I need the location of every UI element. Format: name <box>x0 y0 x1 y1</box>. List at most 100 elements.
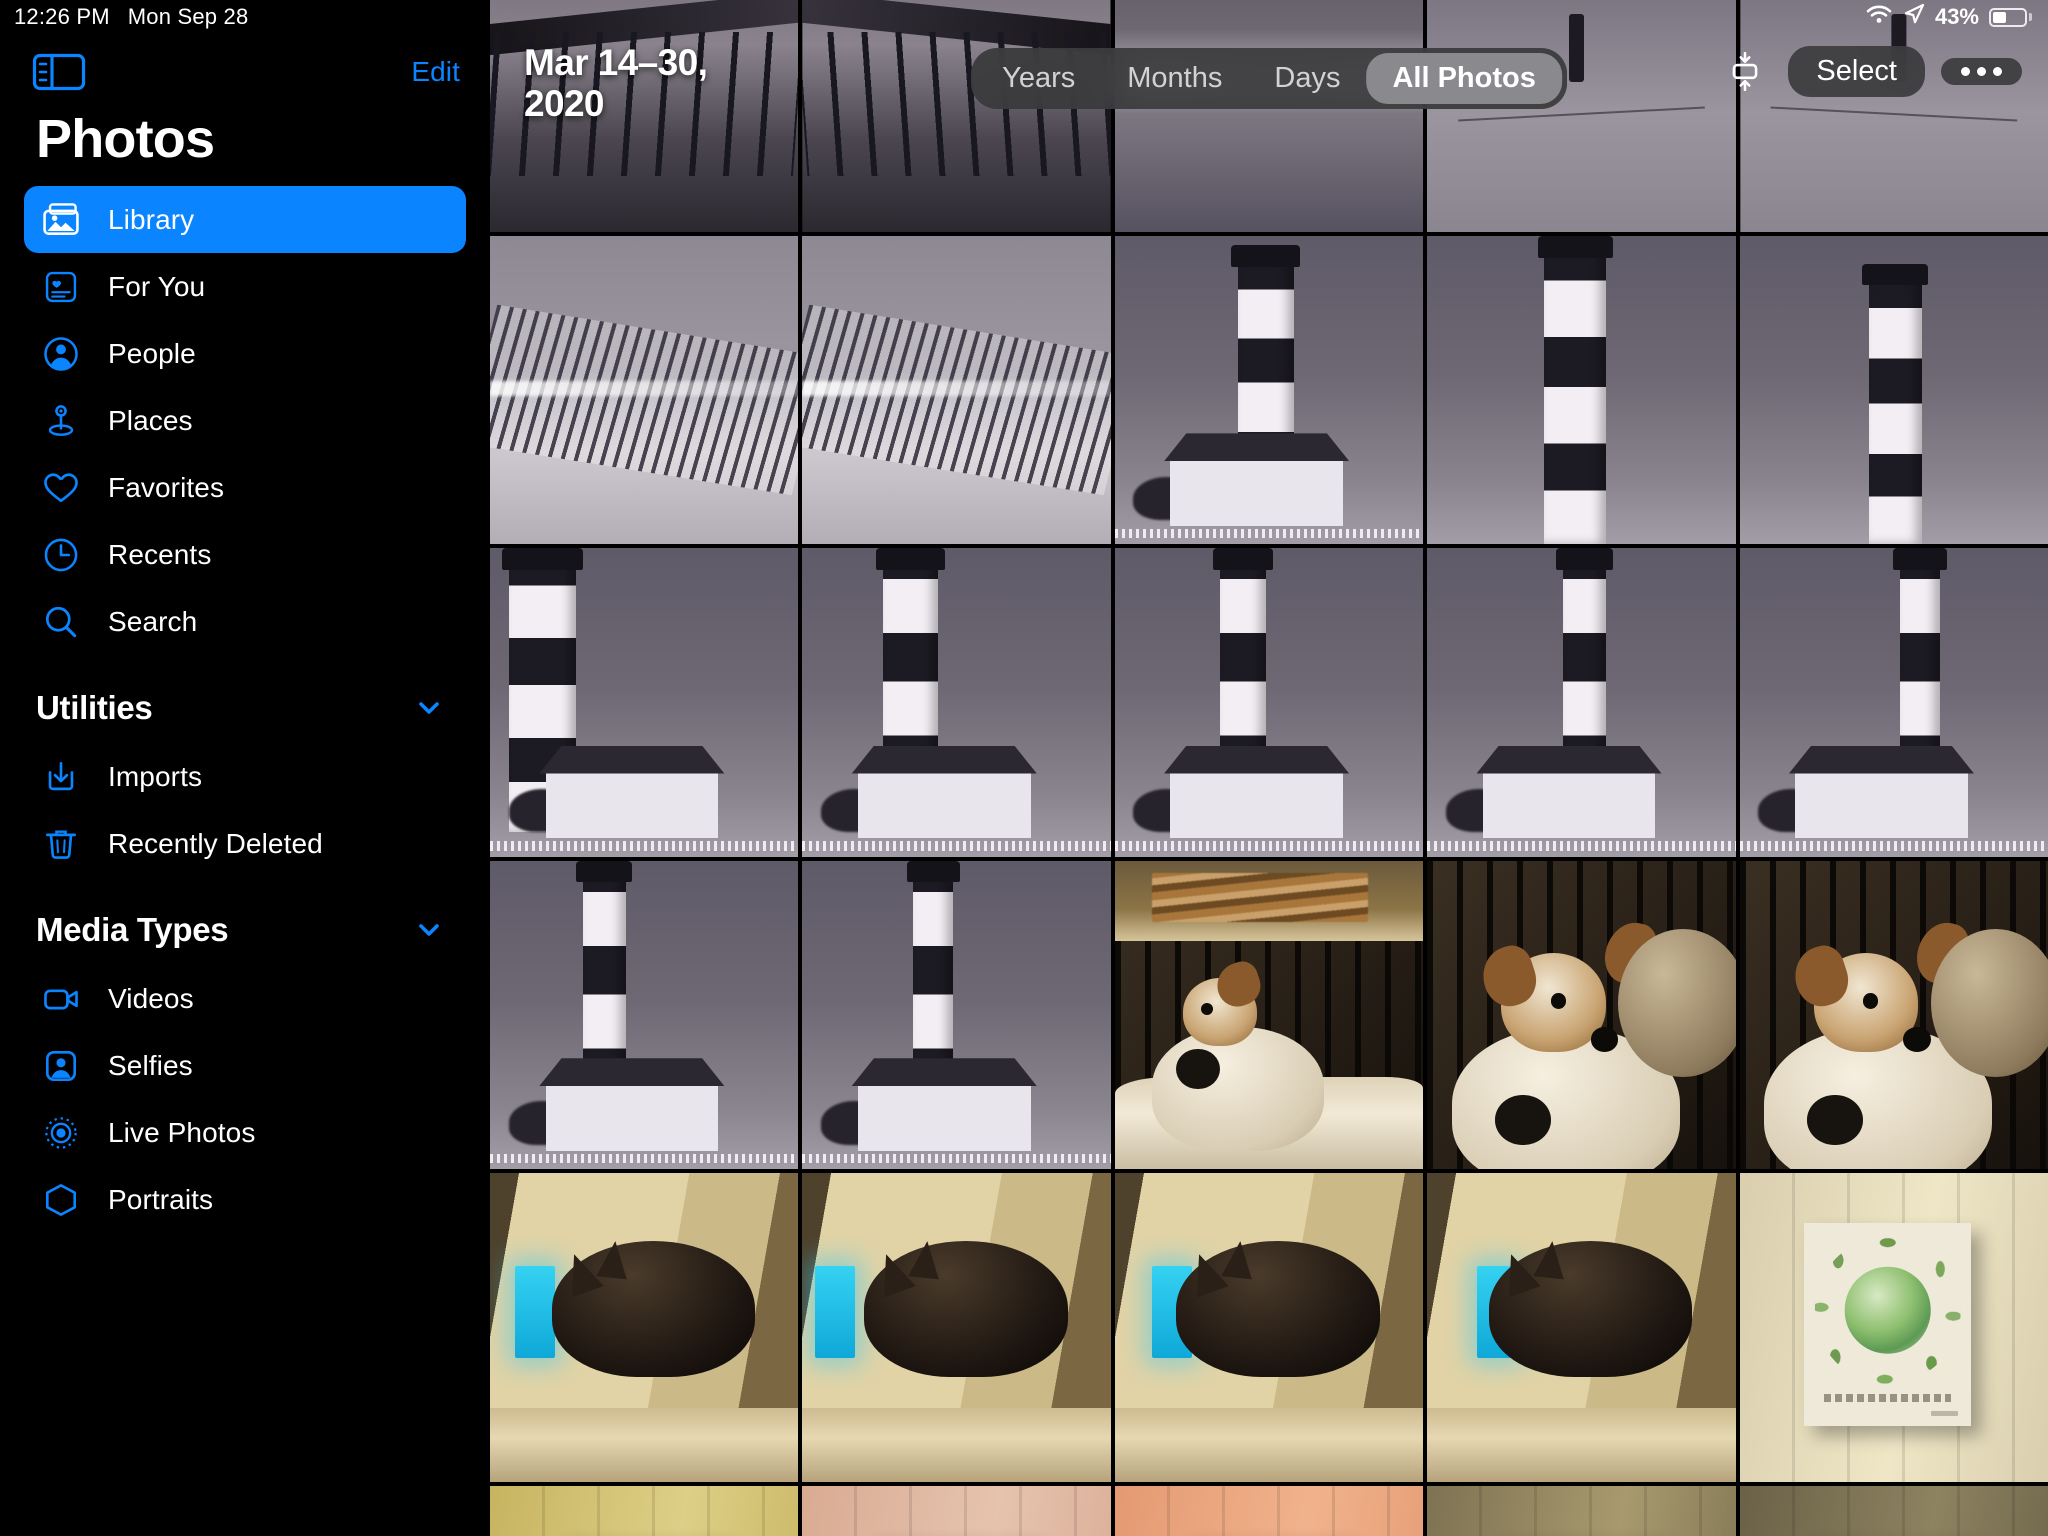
photo-framed-art <box>1739 1485 2048 1536</box>
sidebar-top-row: Edit <box>0 44 490 100</box>
sidebar-item-for-you[interactable]: For You <box>24 253 466 320</box>
framed-artwork <box>1804 1222 1971 1427</box>
photo-thumbnail[interactable] <box>1114 1485 1424 1536</box>
photo-lighthouse-house <box>490 860 799 1170</box>
photo-thumbnail[interactable] <box>802 548 1111 857</box>
sleeping-cat <box>551 1241 756 1377</box>
photo-thumbnail[interactable] <box>1427 860 1736 1170</box>
sidebar-item-portraits[interactable]: Portraits <box>24 1166 466 1233</box>
edit-button[interactable]: Edit <box>411 56 460 88</box>
sidebar: Edit Photos Library For You People Place… <box>0 0 490 1536</box>
lighthouse-house-roof <box>539 1058 725 1086</box>
photo-thumbnail[interactable] <box>1739 236 2048 545</box>
room-wall <box>1427 1485 1736 1536</box>
photo-thumbnail[interactable] <box>490 1173 799 1482</box>
lighthouse-house-roof <box>1164 433 1350 462</box>
tab-days[interactable]: Days <box>1248 53 1366 104</box>
tab-years[interactable]: Years <box>976 53 1101 104</box>
photo-lighthouse-house <box>802 860 1111 1170</box>
photo-thumbnail[interactable] <box>1114 548 1424 857</box>
photo-thumbnail[interactable] <box>490 236 799 545</box>
grid-zoom-icon[interactable] <box>1718 44 1772 98</box>
chevron-down-icon[interactable] <box>414 915 444 945</box>
lighthouse-house-roof <box>851 745 1037 774</box>
photo-beach-figure <box>1427 0 1736 232</box>
sidebar-item-label: Portraits <box>108 1183 214 1215</box>
sidebar-item-selfies[interactable]: Selfies <box>24 1032 466 1099</box>
photo-thumbnail[interactable] <box>490 860 799 1170</box>
photo-thumbnail[interactable] <box>802 236 1111 545</box>
dog-spot <box>1176 1048 1220 1090</box>
section-header-media-types[interactable]: Media Types <box>36 903 454 957</box>
photo-lighthouse-top <box>1739 236 2048 545</box>
photo-framed-art <box>1427 1485 1736 1536</box>
sidebar-item-library[interactable]: Library <box>24 186 466 253</box>
lighthouse-lamp <box>875 548 945 570</box>
sidebar-item-live-photos[interactable]: Live Photos <box>24 1099 466 1166</box>
lighthouse-house-roof <box>851 1058 1037 1086</box>
cat-tree-perch <box>802 1407 1111 1482</box>
dog-eye <box>1862 993 1879 1009</box>
photo-thumbnail[interactable] <box>490 1485 799 1536</box>
photo-thumbnail[interactable] <box>490 548 799 857</box>
chevron-down-icon[interactable] <box>414 693 444 723</box>
photo-thumbnail[interactable] <box>1427 1485 1736 1536</box>
cat-tree-perch <box>490 1407 799 1482</box>
sidebar-item-label: Search <box>108 605 198 637</box>
toolbar-right-group: Select <box>1718 44 2022 98</box>
photo-thumbnail[interactable] <box>802 1485 1111 1536</box>
photo-thumbnail[interactable] <box>1427 1173 1736 1482</box>
sidebar-item-label: Selfies <box>108 1049 193 1081</box>
photo-thumbnail[interactable] <box>1114 860 1424 1170</box>
photo-thumbnail[interactable] <box>1739 860 2048 1170</box>
import-tray-icon <box>38 754 84 800</box>
select-button[interactable]: Select <box>1788 45 1925 97</box>
selfie-portrait-icon <box>38 1043 84 1089</box>
sidebar-item-search[interactable]: Search <box>24 588 466 655</box>
timeline-segmented-control[interactable]: Years Months Days All Photos <box>971 48 1567 109</box>
photo-thumbnail[interactable] <box>1427 0 1736 232</box>
photo-thumbnail[interactable] <box>1739 1173 2048 1482</box>
photo-thumbnail[interactable] <box>1739 0 2048 232</box>
photo-thumbnail[interactable] <box>1427 548 1736 857</box>
room-wall <box>1114 1485 1424 1536</box>
tab-months[interactable]: Months <box>1101 53 1248 104</box>
photo-thumbnail[interactable] <box>802 1173 1111 1482</box>
tab-all-photos[interactable]: All Photos <box>1366 53 1562 104</box>
sidebar-item-label: People <box>108 337 196 369</box>
photo-thumbnail[interactable] <box>802 860 1111 1170</box>
lighthouse-lamp <box>1862 263 1929 286</box>
photo-thumbnail[interactable] <box>1739 1485 2048 1536</box>
section-header-utilities[interactable]: Utilities <box>36 681 454 735</box>
artwork-globe <box>1844 1266 1931 1354</box>
sidebar-item-label: Recently Deleted <box>108 827 323 859</box>
sidebar-item-favorites[interactable]: Favorites <box>24 454 466 521</box>
person-circle-icon <box>38 331 84 377</box>
photo-thumbnail[interactable] <box>1114 0 1424 232</box>
lighthouse-tower <box>1869 279 1922 545</box>
sidebar-item-recently-deleted[interactable]: Recently Deleted <box>24 810 466 877</box>
photo-thumbnail[interactable] <box>1739 548 2048 857</box>
photo-thumbnail[interactable] <box>1114 236 1424 545</box>
lighthouse-lamp <box>1893 548 1947 570</box>
sidebar-item-recents[interactable]: Recents <box>24 521 466 588</box>
photo-thumbnail[interactable] <box>802 0 1111 232</box>
lighthouse-lamp <box>906 860 961 883</box>
second-dog <box>1930 928 2048 1077</box>
lighthouse-lamp <box>1231 245 1301 267</box>
lighthouse-house-roof <box>1476 745 1662 774</box>
sidebar-item-people[interactable]: People <box>24 320 466 387</box>
sidebar-item-imports[interactable]: Imports <box>24 743 466 810</box>
heart-icon <box>38 465 84 511</box>
ellipsis-icon[interactable] <box>1941 57 2022 85</box>
section-title: Utilities <box>36 689 153 726</box>
sidebar-toggle-icon[interactable] <box>32 51 86 93</box>
lighthouse-fence <box>1114 841 1424 851</box>
sidebar-item-videos[interactable]: Videos <box>24 965 466 1032</box>
photo-thumbnail[interactable] <box>1427 236 1736 545</box>
live-photo-icon <box>38 1110 84 1156</box>
lighthouse-keeper-house <box>545 1082 719 1151</box>
photo-thumbnail[interactable] <box>1114 1173 1424 1482</box>
lighthouse-house-roof <box>539 745 725 774</box>
sidebar-item-places[interactable]: Places <box>24 387 466 454</box>
